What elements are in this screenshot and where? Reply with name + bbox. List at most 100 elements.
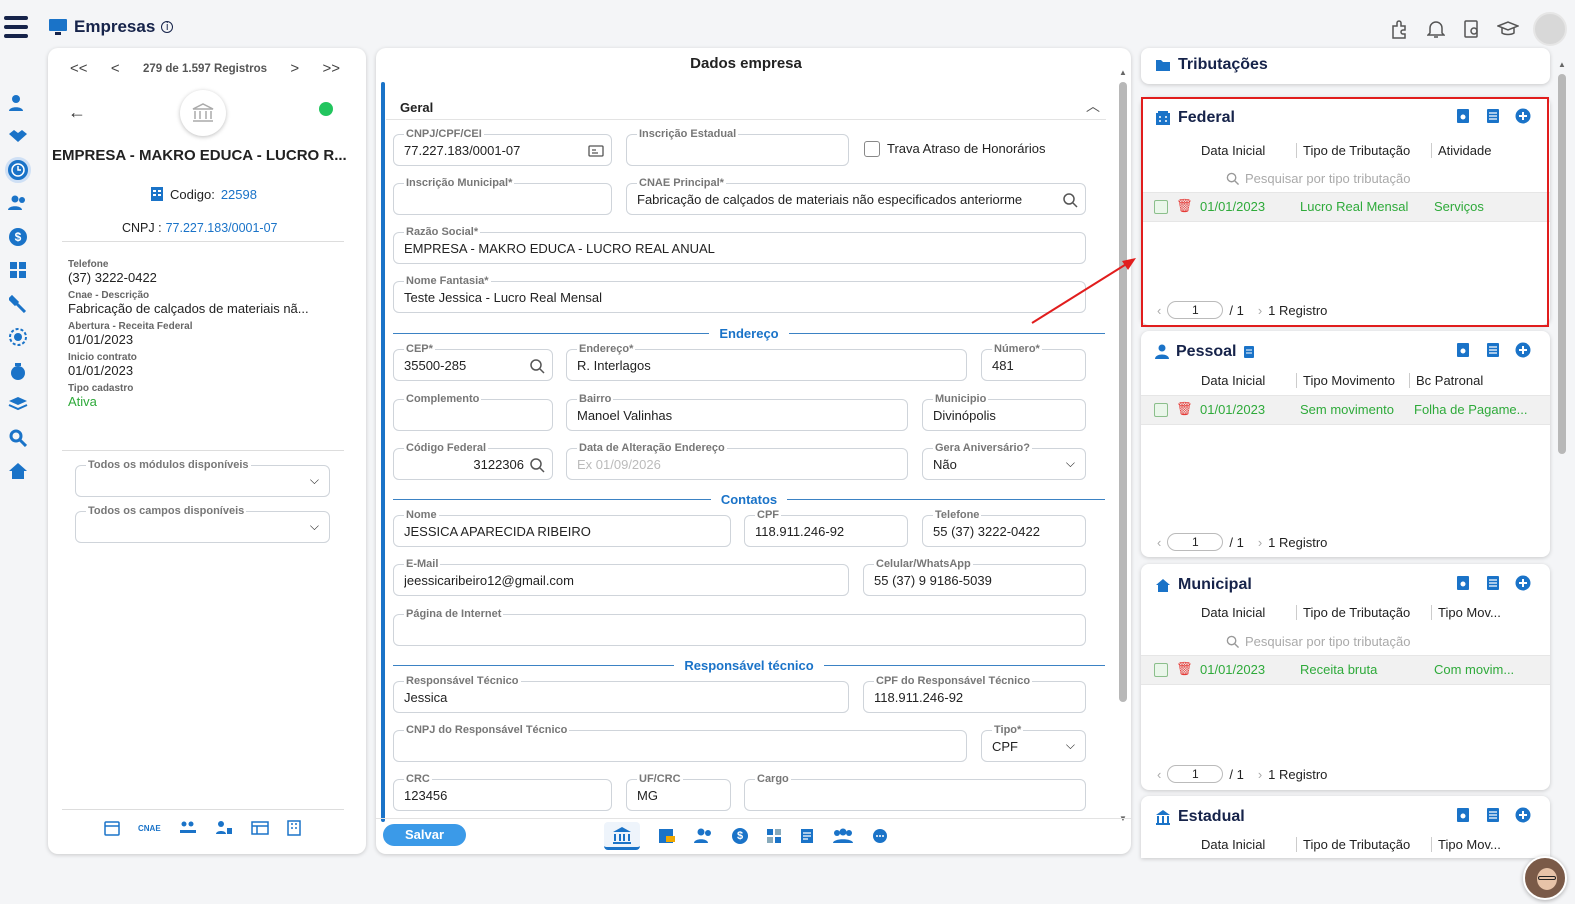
tab-calculator-icon[interactable]: [766, 828, 782, 844]
cnpj-field[interactable]: CNPJ/CPF/CEI 77.227.183/0001-07: [393, 128, 612, 166]
bairro-field[interactable]: Bairro Manoel Valinhas: [566, 393, 908, 431]
nome-field[interactable]: Nome JESSICA APARECIDA RIBEIRO: [393, 509, 731, 547]
table-row[interactable]: 🗑 01/01/2023 Sem movimento Folha de Paga…: [1141, 395, 1550, 425]
telefone-field[interactable]: Telefone 55 (37) 3222-0422: [922, 509, 1086, 547]
page-scrollbar-thumb[interactable]: [1558, 74, 1566, 454]
column-header[interactable]: Data Inicial: [1201, 373, 1265, 388]
trava-checkbox[interactable]: [864, 141, 880, 157]
rail-network-icon[interactable]: [0, 321, 36, 355]
cep-field[interactable]: CEP* 35500-285: [393, 343, 553, 381]
hand-people-icon[interactable]: [179, 820, 197, 836]
first-record-button[interactable]: <<: [70, 60, 88, 77]
scrollbar-track[interactable]: ▲ ▼: [1117, 64, 1127, 824]
list-icon[interactable]: [1484, 574, 1502, 592]
modules-select[interactable]: Todos os módulos disponíveis ⌵: [75, 459, 330, 497]
cargo-field[interactable]: Cargo: [744, 773, 1086, 811]
tab-bank-icon[interactable]: [604, 822, 640, 850]
pagina-internet-field[interactable]: Página de Internet: [393, 608, 1086, 646]
crc-field[interactable]: CRC 123456: [393, 773, 612, 811]
document-search-icon[interactable]: [1461, 18, 1483, 40]
search-icon[interactable]: [1062, 192, 1078, 208]
page-scrollbar[interactable]: ▲: [1557, 60, 1567, 860]
next-page-button[interactable]: ›: [1258, 535, 1262, 550]
search-icon[interactable]: [529, 457, 545, 473]
celular-field[interactable]: Celular/WhatsApp 55 (37) 9 9186-5039: [863, 558, 1086, 596]
tipo-select[interactable]: Tipo* CPF ⌵: [981, 724, 1086, 762]
data-alteracao-field[interactable]: Data de Alteração Endereço Ex 01/09/2026: [566, 442, 908, 480]
tab-card-icon[interactable]: [658, 828, 676, 844]
scrollbar-thumb[interactable]: [1119, 82, 1127, 702]
rail-people-icon[interactable]: [0, 187, 36, 221]
prev-record-button[interactable]: <: [111, 60, 120, 77]
report-icon[interactable]: [1454, 341, 1472, 359]
nome-fantasia-field[interactable]: Nome Fantasia* Teste Jessica - Lucro Rea…: [393, 275, 1086, 313]
rail-calculator-icon[interactable]: [0, 254, 36, 288]
page-input[interactable]: 1: [1167, 533, 1224, 551]
cpf-responsavel-field[interactable]: CPF do Responsável Técnico 118.911.246-9…: [863, 675, 1086, 713]
table-row[interactable]: 🗑 01/01/2023 Receita bruta Com movim...: [1141, 655, 1550, 685]
add-icon[interactable]: [1514, 574, 1532, 592]
id-card-icon[interactable]: [588, 143, 604, 159]
trash-icon[interactable]: 🗑: [1176, 401, 1193, 417]
search-icon[interactable]: [529, 358, 545, 374]
collapse-icon[interactable]: ︿: [1086, 96, 1100, 116]
aniversario-select[interactable]: Gera Aniversário? Não ⌵: [922, 442, 1086, 480]
rail-clock-icon[interactable]: [0, 153, 36, 187]
info-icon[interactable]: i: [161, 21, 174, 33]
rail-dollar-icon[interactable]: $: [0, 220, 36, 254]
endereco-field[interactable]: Endereço* R. Interlagos: [566, 343, 967, 381]
cnpj-value[interactable]: 77.227.183/0001-07: [166, 221, 278, 235]
column-header[interactable]: Tipo de Tributação: [1296, 837, 1410, 852]
rail-tools-icon[interactable]: [0, 287, 36, 321]
numero-field[interactable]: Número* 481: [981, 343, 1086, 381]
municipal-registration-field[interactable]: Inscrição Municipal*: [393, 177, 612, 215]
rail-home-icon[interactable]: [0, 455, 36, 489]
page-input[interactable]: 1: [1167, 765, 1224, 783]
tab-dollar-icon[interactable]: $: [732, 828, 748, 844]
cpf-field[interactable]: CPF 118.911.246-92: [744, 509, 908, 547]
add-icon[interactable]: [1514, 806, 1532, 824]
column-header[interactable]: Tipo de Tributação: [1296, 605, 1410, 620]
row-checkbox[interactable]: [1154, 663, 1168, 677]
tab-chat-icon[interactable]: [872, 828, 888, 844]
cnpj-responsavel-field[interactable]: CNPJ do Responsável Técnico: [393, 724, 967, 762]
tab-people-icon[interactable]: [694, 828, 714, 844]
bell-icon[interactable]: [1425, 18, 1447, 40]
complemento-field[interactable]: Complemento: [393, 393, 553, 431]
cnae-button[interactable]: CNAE: [138, 824, 161, 833]
uf-crc-field[interactable]: UF/CRC MG: [626, 773, 731, 811]
rail-search-icon[interactable]: [0, 421, 36, 455]
rail-layers-icon[interactable]: [0, 388, 36, 422]
codigo-federal-field[interactable]: Código Federal 3122306: [393, 442, 553, 480]
column-header[interactable]: Tipo Mov...: [1431, 837, 1501, 852]
responsavel-field[interactable]: Responsável Técnico Jessica: [393, 675, 849, 713]
rail-money-bag-icon[interactable]: [0, 354, 36, 388]
rail-users-icon[interactable]: [0, 86, 36, 120]
user-avatar[interactable]: [1533, 12, 1567, 46]
building-outline-icon[interactable]: [286, 820, 301, 836]
next-page-button[interactable]: ›: [1258, 767, 1262, 782]
column-header[interactable]: Data Inicial: [1201, 605, 1265, 620]
table-icon[interactable]: [250, 821, 269, 835]
last-record-button[interactable]: >>: [322, 60, 340, 77]
state-registration-field[interactable]: Inscrição Estadual: [626, 128, 849, 166]
tab-document-icon[interactable]: [800, 828, 814, 844]
municipal-search[interactable]: Pesquisar por tipo tributação: [1226, 634, 1410, 649]
column-header[interactable]: Tipo Mov...: [1431, 605, 1501, 620]
calendar-icon[interactable]: [104, 820, 120, 836]
prev-page-button[interactable]: ‹: [1157, 535, 1161, 550]
graduation-cap-icon[interactable]: [1497, 18, 1519, 40]
cnae-field[interactable]: CNAE Principal* Fabricação de calçados d…: [626, 177, 1086, 215]
save-button[interactable]: Salvar: [383, 824, 466, 846]
support-avatar[interactable]: [1523, 856, 1567, 900]
next-record-button[interactable]: >: [290, 60, 299, 77]
razao-social-field[interactable]: Razão Social* EMPRESA - MAKRO EDUCA - LU…: [393, 226, 1086, 264]
column-header[interactable]: Bc Patronal: [1409, 373, 1483, 388]
puzzle-icon[interactable]: [1389, 18, 1411, 40]
list-icon[interactable]: [1484, 341, 1502, 359]
email-field[interactable]: E-Mail jeessicaribeiro12@gmail.com: [393, 558, 849, 596]
rail-handshake-icon[interactable]: [0, 120, 36, 154]
trash-icon[interactable]: 🗑: [1176, 661, 1193, 677]
municipio-field[interactable]: Municipio Divinópolis: [922, 393, 1086, 431]
column-header[interactable]: Data Inicial: [1201, 837, 1265, 852]
